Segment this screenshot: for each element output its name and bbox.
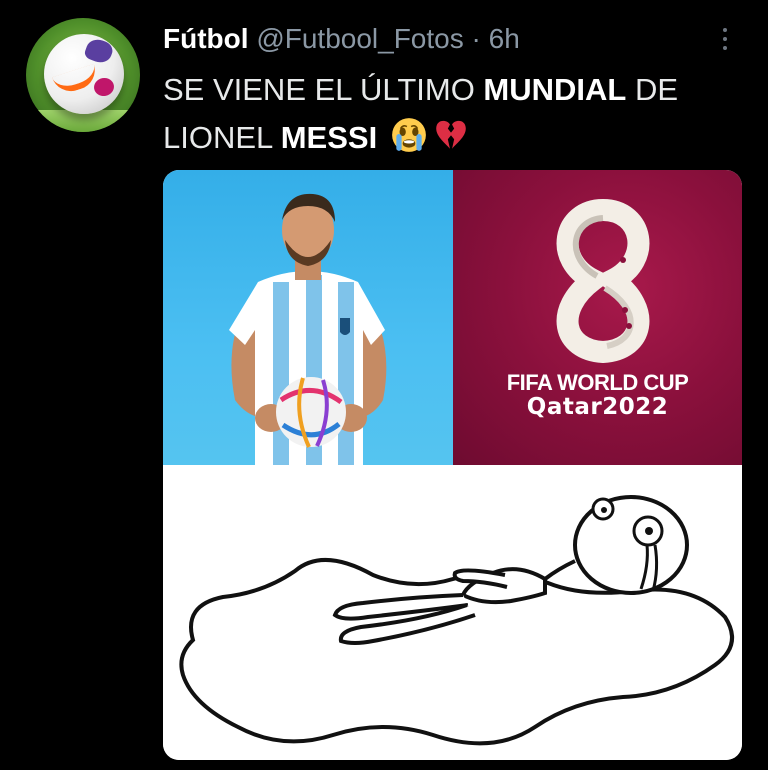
argentina-jersey-player-illustration bbox=[229, 193, 387, 465]
separator: · bbox=[471, 23, 481, 54]
tweet-text-bold: MUNDIAL bbox=[483, 72, 627, 107]
crying-meme-panel bbox=[163, 465, 742, 760]
broken-heart-emoji bbox=[436, 120, 466, 149]
author-name[interactable]: Fútbol bbox=[163, 23, 249, 54]
tweet-text-bold: MESSI bbox=[280, 120, 378, 155]
crying-face-emoji bbox=[391, 118, 426, 152]
dot bbox=[723, 46, 727, 50]
dot bbox=[723, 37, 727, 41]
world-cup-subtitle: Qatar2022 bbox=[526, 394, 669, 420]
timestamp[interactable]: 6h bbox=[489, 23, 520, 54]
crying-meme-figure bbox=[179, 495, 735, 746]
tweet-header: Fútbol @Futbool_Fotos · 6h bbox=[163, 22, 520, 56]
soccer-ball-icon bbox=[44, 34, 124, 114]
player-photo bbox=[163, 170, 453, 465]
ball-swoosh bbox=[51, 63, 101, 97]
world-cup-panel: FIFA WORLD CUP Qatar2022 bbox=[453, 170, 742, 465]
tweet-text-segment: SE VIENE EL ÚLTIMO bbox=[163, 72, 484, 107]
dot bbox=[723, 28, 727, 32]
world-cup-emblem bbox=[556, 198, 650, 364]
tweet-text: SE VIENE EL ÚLTIMO MUNDIAL DE LIONEL MES… bbox=[163, 66, 763, 162]
ball-panel bbox=[83, 36, 115, 66]
tweet-text-segment: LIONEL bbox=[163, 120, 281, 155]
world-cup-title: FIFA WORLD CUP bbox=[506, 370, 689, 395]
author-handle[interactable]: @Futbool_Fotos bbox=[256, 23, 463, 54]
tweet-text-segment: DE bbox=[626, 72, 679, 107]
tweet-media[interactable]: FIFA WORLD CUP Qatar2022 bbox=[163, 170, 742, 760]
more-options-icon[interactable] bbox=[712, 22, 738, 56]
ball-panel bbox=[92, 76, 116, 98]
avatar[interactable] bbox=[26, 18, 140, 132]
